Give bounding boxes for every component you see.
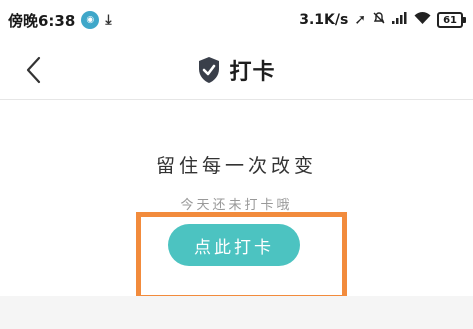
- wifi-icon: [414, 11, 431, 29]
- page-title: 打卡: [229, 60, 276, 85]
- shield-check-icon: [199, 57, 220, 83]
- signal-icon: [392, 12, 408, 28]
- status-bar: 傍晚6:38 ◉ ⤓ 3.1K/s ➚ 61: [0, 0, 473, 40]
- checkin-status-text: 今天还未打卡哦: [180, 198, 293, 213]
- battery-indicator: 61: [437, 12, 466, 28]
- status-bar-right: 3.1K/s ➚ 61: [299, 11, 466, 29]
- download-icon: ⤓: [105, 12, 112, 28]
- mute-bell-icon: [372, 11, 386, 29]
- checkin-button[interactable]: 点此打卡: [168, 224, 300, 266]
- screen: 傍晚6:38 ◉ ⤓ 3.1K/s ➚ 61 打卡 留住每一次改变 今天还未打卡…: [0, 0, 473, 329]
- checkin-panel: 留住每一次改变 今天还未打卡哦 点此打卡: [0, 101, 473, 300]
- status-time: 傍晚6:38: [8, 11, 76, 30]
- header-bar: 打卡: [0, 40, 473, 100]
- slogan-text: 留住每一次改变: [155, 155, 317, 177]
- status-bar-left: 傍晚6:38 ◉ ⤓: [8, 10, 112, 31]
- location-icon: ➚: [354, 12, 367, 28]
- header-title-group: 打卡: [0, 40, 473, 100]
- bottom-section: [0, 296, 473, 329]
- network-speed: 3.1K/s: [299, 12, 349, 28]
- app-notification-icon: ◉: [81, 11, 100, 29]
